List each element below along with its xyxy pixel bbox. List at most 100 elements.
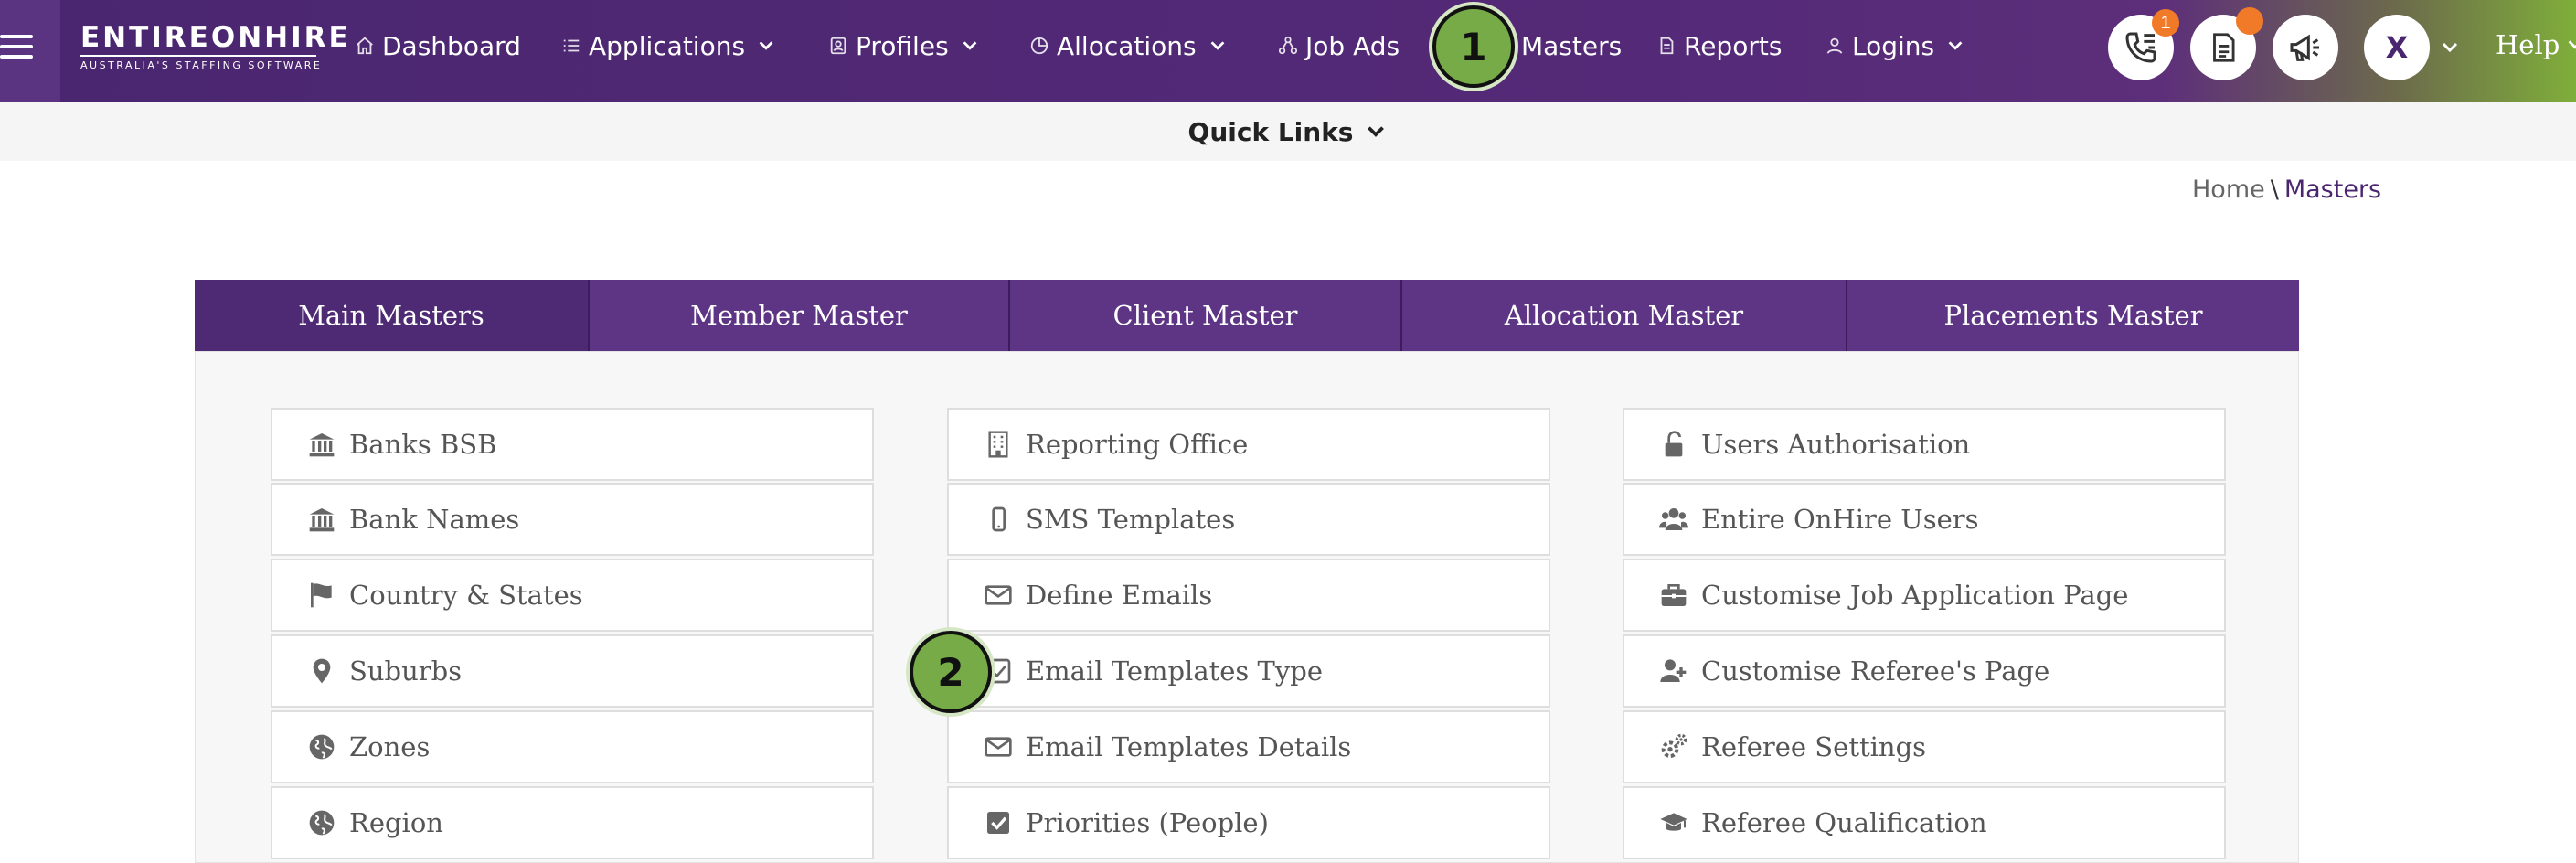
users-icon	[1659, 508, 1688, 530]
megaphone-icon	[2290, 34, 2319, 61]
master-item-suburbs[interactable]: Suburbs	[271, 634, 874, 708]
step-callout-2: 2	[910, 631, 992, 713]
master-item-label: Bank Names	[349, 504, 520, 535]
hamburger-line	[0, 35, 33, 38]
step-callout-1: 1	[1432, 5, 1515, 88]
master-item-label: Region	[349, 807, 443, 838]
nav-masters-label: Masters	[1521, 30, 1623, 61]
logo-tagline: AUSTRALIA'S STAFFING SOFTWARE	[80, 59, 323, 71]
logo-rule	[80, 55, 316, 57]
quick-links-bar[interactable]: Quick Links	[0, 102, 2576, 161]
master-item-customise-job-application-page[interactable]: Customise Job Application Page	[1623, 559, 2226, 632]
master-item-define-emails[interactable]: Define Emails	[947, 559, 1550, 632]
clipboard-icon	[2213, 33, 2235, 62]
nav-dashboard[interactable]: Dashboard	[355, 27, 521, 64]
hamburger-line	[0, 55, 33, 59]
user-plus-icon	[1660, 659, 1687, 682]
tab-allocation-master[interactable]: Allocation Master	[1400, 280, 1846, 351]
master-item-users-authorisation[interactable]: Users Authorisation	[1623, 408, 2226, 481]
chevron-down-icon	[759, 41, 773, 50]
logo-wordmark: ENTIREONHIRE	[80, 21, 351, 54]
tab-main-masters[interactable]: Main Masters	[195, 280, 588, 351]
master-item-customise-referees-page[interactable]: Customise Referee's Page	[1623, 634, 2226, 708]
master-item-label: Suburbs	[349, 655, 463, 687]
map-marker-icon	[313, 658, 331, 684]
master-item-sms-templates[interactable]: SMS Templates	[947, 483, 1550, 556]
flag-icon	[311, 582, 332, 608]
master-item-label: Priorities (People)	[1026, 807, 1269, 838]
breadcrumb: Home \ Masters	[2192, 176, 2381, 204]
master-item-zones[interactable]: Zones	[271, 710, 874, 783]
nav-masters[interactable]: Masters	[1521, 27, 1622, 64]
master-item-label: SMS Templates	[1026, 504, 1236, 535]
nav-applications[interactable]: Applications	[561, 27, 776, 64]
master-item-email-templates-details[interactable]: Email Templates Details	[947, 710, 1550, 783]
phone-list-icon	[2125, 32, 2156, 63]
master-item-label: Customise Referee's Page	[1701, 655, 2050, 687]
help-menu[interactable]: Help	[2496, 29, 2576, 60]
nav-logins[interactable]: Logins	[1825, 27, 1965, 64]
master-item-email-templates-type[interactable]: Email Templates Type	[947, 634, 1550, 708]
master-item-region[interactable]: Region	[271, 786, 874, 859]
master-item-label: Email Templates Details	[1026, 731, 1352, 762]
nav-reports[interactable]: Reports	[1656, 27, 1782, 64]
tab-client-master[interactable]: Client Master	[1008, 280, 1400, 351]
id-card-icon	[830, 37, 846, 55]
master-item-label: Referee Settings	[1701, 731, 1927, 762]
logo[interactable]: ENTIREONHIRE AUSTRALIA'S STAFFING SOFTWA…	[80, 21, 351, 71]
master-item-reporting-office[interactable]: Reporting Office	[947, 408, 1550, 481]
master-item-referee-settings[interactable]: Referee Settings	[1623, 710, 2226, 783]
quick-links-label: Quick Links	[1187, 116, 1354, 147]
briefcase-icon	[1661, 584, 1687, 606]
master-item-label: Reporting Office	[1026, 429, 1249, 460]
master-item-banks-bsb[interactable]: Banks BSB	[271, 408, 874, 481]
master-item-label: Define Emails	[1026, 580, 1213, 611]
nav-profiles[interactable]: Profiles	[828, 27, 980, 64]
notification-badge: 1	[2152, 9, 2179, 37]
tasks-button[interactable]	[2190, 7, 2263, 80]
chevron-down-icon	[963, 41, 977, 50]
master-item-bank-names[interactable]: Bank Names	[271, 483, 874, 556]
document-icon	[1660, 37, 1674, 55]
breadcrumb-current: Masters	[2283, 176, 2382, 204]
masters-tabs: Main Masters Member Master Client Master…	[195, 280, 2299, 351]
master-item-label: Referee Qualification	[1701, 807, 1987, 838]
master-item-label: Zones	[349, 731, 431, 762]
alert-dot-badge	[2236, 7, 2263, 35]
nav-applications-label: Applications	[589, 30, 746, 61]
chevron-down-icon	[1368, 126, 1385, 137]
nav-job-ads-label: Job Ads	[1305, 30, 1400, 61]
mobile-icon	[992, 506, 1006, 532]
announcements-button[interactable]	[2273, 15, 2338, 80]
breadcrumb-home-link[interactable]: Home	[2192, 176, 2265, 204]
nav-job-ads[interactable]: Job Ads	[1278, 27, 1400, 64]
master-item-label: Users Authorisation	[1701, 429, 1971, 460]
hamburger-menu-button[interactable]	[0, 0, 60, 102]
tab-member-master[interactable]: Member Master	[588, 280, 1008, 351]
master-item-label: Country & States	[349, 580, 583, 611]
globe-icon	[309, 810, 335, 836]
nav-profiles-label: Profiles	[856, 30, 949, 61]
master-item-label: Entire OnHire Users	[1701, 504, 1979, 535]
breadcrumb-separator: \	[2270, 176, 2279, 204]
top-navbar: ENTIREONHIRE AUSTRALIA'S STAFFING SOFTWA…	[0, 0, 2576, 102]
tab-placements-master[interactable]: Placements Master	[1846, 280, 2299, 351]
master-item-country-states[interactable]: Country & States	[271, 559, 874, 632]
user-initial: X	[2385, 30, 2409, 65]
user-menu-button[interactable]: X	[2364, 15, 2430, 80]
gears-icon	[1661, 733, 1687, 758]
graduation-cap-icon	[1660, 813, 1687, 831]
unlock-icon	[1665, 431, 1683, 457]
master-item-label: Email Templates Type	[1026, 655, 1323, 687]
chevron-down-icon	[1948, 41, 1963, 50]
user-menu-chevron-icon[interactable]	[2439, 37, 2461, 59]
phone-button[interactable]: 1	[2108, 9, 2179, 80]
home-icon	[357, 37, 373, 55]
nav-logins-label: Logins	[1852, 30, 1935, 61]
master-item-entire-onhire-users[interactable]: Entire OnHire Users	[1623, 483, 2226, 556]
chevron-down-icon	[2568, 40, 2576, 49]
master-item-priorities-people[interactable]: Priorities (People)	[947, 786, 1550, 859]
nav-allocations[interactable]: Allocations	[1029, 27, 1228, 64]
master-item-referee-qualification[interactable]: Referee Qualification	[1623, 786, 2226, 859]
chevron-down-icon	[1210, 41, 1225, 50]
